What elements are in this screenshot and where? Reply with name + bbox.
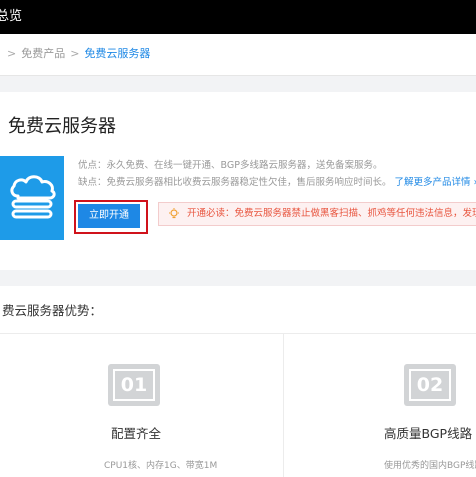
open-now-button[interactable]: 立即开通 — [78, 204, 140, 228]
topbar-title[interactable]: 总览 — [0, 9, 22, 25]
product-disadvantages: 缺点：免费云服务器相比收费云服务器稳定性欠佳，售后服务响应时间长。 — [78, 177, 392, 188]
feature-title: 高质量BGP线路 — [384, 426, 473, 441]
breadcrumb-item-free-cloud-server: 免费云服务器 — [84, 47, 151, 60]
feature-number: 02 — [409, 369, 451, 401]
product-card: 免费云服务器 优点：永久免费、在线一键开通、BGP多线路云服务器，送免备案服务。… — [0, 92, 476, 270]
product-advantages: 优点：永久免费、在线一键开通、BGP多线路云服务器，送免备案服务。 — [78, 160, 383, 171]
cloud-server-icon — [10, 175, 56, 219]
lightbulb-icon — [169, 208, 179, 219]
advantages-card: 费云服务器优势： 01 配置齐全 CPU1核、内存1G、带宽1M 02 高质量B… — [0, 286, 476, 477]
product-logo — [0, 156, 64, 240]
notice-banner: 开通必读：免费云服务器禁止做黑客扫描、抓鸡等任何违法信息，发现 — [158, 202, 476, 226]
breadcrumb-separator: > — [70, 47, 80, 60]
breadcrumb-item-free-products[interactable]: 免费产品 — [21, 47, 65, 60]
feature-number-icon: 01 — [108, 364, 160, 406]
notice-text: 开通必读：免费云服务器禁止做黑客扫描、抓鸡等任何违法信息，发现 — [187, 208, 476, 219]
page: 总览 > 免费产品 > 免费云服务器 免费云服务器 优点：永久免费、在线一键开通、BG… — [0, 0, 476, 477]
feature-number-icon: 02 — [404, 364, 456, 406]
divider — [283, 334, 284, 477]
breadcrumb-bar: > 免费产品 > 免费云服务器 — [0, 34, 476, 76]
more-details-link[interactable]: 了解更多产品详情 › — [395, 177, 476, 188]
breadcrumb-separator: > — [7, 47, 17, 60]
feature-desc: 使用优秀的国内BGP线路 — [384, 461, 476, 471]
divider — [0, 333, 476, 334]
feature-title: 配置齐全 — [111, 426, 162, 441]
breadcrumb: > 免费产品 > 免费云服务器 — [2, 47, 150, 61]
advantages-heading: 费云服务器优势： — [2, 303, 103, 318]
feature-number: 01 — [113, 369, 155, 401]
top-bar: 总览 — [0, 0, 476, 34]
product-disadvantages-line: 缺点：免费云服务器相比收费云服务器稳定性欠佳，售后服务响应时间长。 了解更多产品… — [78, 177, 476, 189]
feature-desc: CPU1核、内存1G、带宽1M — [104, 461, 218, 471]
product-title: 免费云服务器 — [8, 116, 116, 137]
